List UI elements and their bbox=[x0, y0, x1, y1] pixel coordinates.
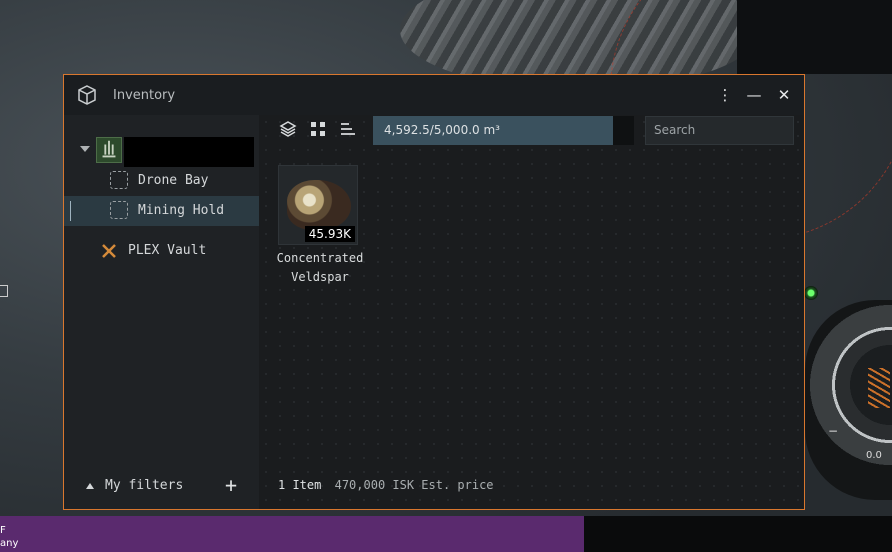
window-title: Inventory bbox=[113, 88, 176, 103]
item-name-line: Veldspar bbox=[291, 270, 349, 284]
tree-item-label: PLEX Vault bbox=[128, 243, 207, 258]
my-filters[interactable]: My filters + bbox=[64, 475, 259, 499]
ship-name-redacted[interactable] bbox=[124, 137, 254, 167]
capacity-text: 4,592.5/5,000.0 m³ bbox=[384, 123, 500, 137]
tree-item-mining-hold[interactable]: Mining Hold bbox=[64, 196, 259, 226]
inventory-window[interactable]: Inventory ⋮ — ✕ Drone Bay Mining Hold PL… bbox=[63, 74, 805, 510]
overlay-panel-dark bbox=[737, 0, 892, 74]
estimated-price: 470,000 ISK Est. price bbox=[334, 478, 494, 492]
sort-icon[interactable] bbox=[339, 120, 357, 138]
chat-strip bbox=[0, 516, 584, 552]
speed-readout: 0.0 bbox=[866, 450, 882, 461]
tree-item-drone-bay[interactable]: Drone Bay bbox=[64, 166, 259, 196]
stack-all-icon[interactable] bbox=[279, 120, 297, 138]
minimize-button[interactable]: — bbox=[744, 85, 764, 105]
icon-view-icon[interactable] bbox=[309, 120, 327, 138]
expand-caret-icon[interactable] bbox=[80, 146, 90, 152]
selection-indicator bbox=[70, 201, 71, 221]
veldspar-ore-icon bbox=[287, 180, 351, 230]
plex-icon bbox=[102, 244, 116, 258]
search-input[interactable]: Search bbox=[645, 116, 794, 145]
checkbox-icon[interactable] bbox=[0, 285, 8, 297]
window-menu-button[interactable]: ⋮ bbox=[715, 85, 735, 105]
collapse-caret-icon[interactable] bbox=[86, 483, 94, 489]
ship-silhouette-icon bbox=[102, 140, 116, 158]
tree-item-label: Drone Bay bbox=[138, 173, 209, 188]
inventory-icon bbox=[78, 85, 96, 105]
item-count: 1 Item bbox=[278, 478, 322, 492]
speed-decrease-button[interactable]: − bbox=[828, 424, 838, 438]
window-titlebar[interactable]: Inventory ⋮ — ✕ bbox=[64, 75, 804, 115]
module-indicator-icon[interactable] bbox=[804, 286, 818, 300]
item-thumbnail[interactable]: 45.93K bbox=[278, 165, 358, 245]
status-bar: 1 Item 470,000 ISK Est. price bbox=[278, 478, 494, 492]
chat-strip-text: F any bbox=[0, 524, 18, 550]
add-filter-button[interactable]: + bbox=[225, 475, 237, 495]
bottom-bar bbox=[584, 516, 892, 552]
ship-icon[interactable] bbox=[96, 137, 122, 163]
close-button[interactable]: ✕ bbox=[774, 85, 794, 105]
drone-bay-icon bbox=[110, 171, 128, 189]
item-quantity: 45.93K bbox=[304, 226, 355, 242]
item-name-line: Concentrated bbox=[276, 251, 364, 265]
chat-strip-line: F bbox=[0, 525, 6, 536]
tree-item-plex-vault[interactable]: PLEX Vault bbox=[64, 236, 259, 266]
tree-item-label: Mining Hold bbox=[138, 203, 225, 218]
chat-strip-line: any bbox=[0, 538, 19, 549]
inventory-tree: Drone Bay Mining Hold PLEX Vault My filt… bbox=[64, 115, 259, 509]
capacitor-icon bbox=[868, 368, 890, 408]
filters-label: My filters bbox=[105, 478, 184, 493]
mining-hold-icon bbox=[110, 201, 128, 219]
item-name: Concentrated Veldspar bbox=[270, 249, 370, 287]
capacity-bar: 4,592.5/5,000.0 m³ bbox=[373, 116, 634, 145]
